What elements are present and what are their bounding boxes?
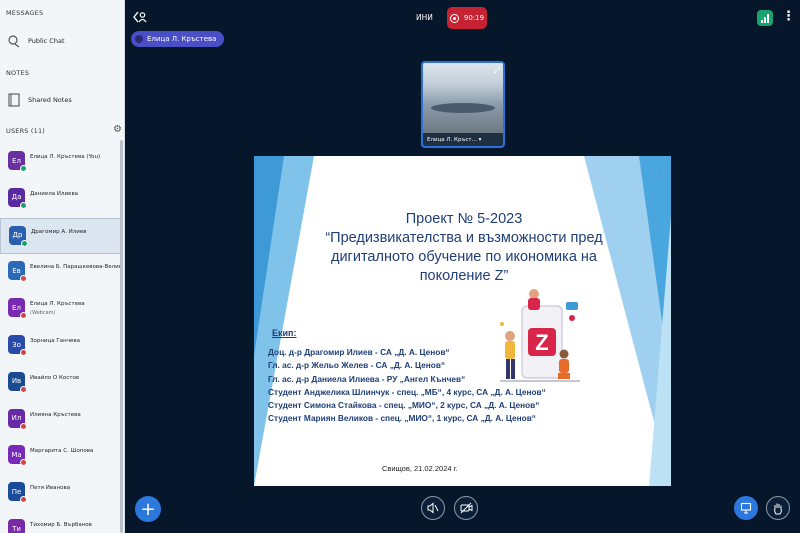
webcam-video[interactable]: ⤢ Елица Л. Кръст... ▾ bbox=[421, 61, 505, 148]
slide-title-line: поколение Z” bbox=[419, 268, 509, 284]
presentation-slide: ⋮ Проект № 5-2023 “Предизвикателства и в… bbox=[254, 156, 671, 486]
options-menu-icon[interactable]: ⋮ bbox=[782, 9, 795, 24]
user-list-item[interactable]: Пе Петя Иванова bbox=[0, 475, 123, 511]
webcam-room-image bbox=[423, 63, 503, 133]
join-audio-button[interactable] bbox=[421, 496, 445, 520]
team-member: Студент Анджелика Шлинчук - спец. „МБ“, … bbox=[268, 386, 546, 397]
users-section-title: USERS (11) bbox=[6, 127, 46, 135]
leave-session-icon[interactable] bbox=[133, 11, 147, 26]
team-member: Гл. ас. д-р Даниела Илиева - РУ „Ангел К… bbox=[268, 373, 466, 384]
user-name: Драгомир А. Илиев bbox=[31, 228, 87, 235]
shared-notes-label: Shared Notes bbox=[28, 96, 72, 104]
user-list-item[interactable]: Ев Евелина Б. Парашкевова-Велик... bbox=[0, 254, 123, 290]
hand-icon bbox=[774, 503, 782, 514]
user-list-item[interactable]: Ма Маргарита С. Шопова bbox=[0, 438, 123, 474]
mic-status-icon bbox=[20, 496, 27, 504]
fullscreen-icon[interactable]: ⤢ bbox=[494, 66, 500, 76]
mic-status-icon bbox=[20, 201, 27, 209]
webcam-room-table bbox=[431, 103, 495, 113]
team-member: Гл. ас. д-р Жельо Желев - СА „Д. А. Цено… bbox=[268, 360, 446, 371]
mic-status-icon bbox=[20, 385, 27, 393]
notes-section-title: NOTES bbox=[6, 69, 30, 77]
mic-status-icon bbox=[20, 275, 27, 283]
user-name: Илияна Кръстева bbox=[30, 411, 81, 418]
presenter-icon bbox=[135, 35, 143, 43]
slide-menu-icon[interactable]: ⋮ bbox=[656, 168, 666, 179]
camera-off-icon bbox=[460, 502, 472, 514]
user-list-item[interactable]: Ел Елица Л. Кръстева (Webcam) bbox=[0, 291, 123, 327]
user-list-item[interactable]: Ел Елица Л. Кръстева (You) bbox=[0, 144, 123, 180]
slide-background bbox=[254, 156, 671, 486]
user-name: Елица Л. Кръстева (You) bbox=[30, 154, 101, 160]
mic-status-icon bbox=[20, 459, 27, 467]
slide-title-line: дигиталното обучение по икономика на bbox=[331, 249, 597, 265]
team-member: Студент Симона Стайкова - спец. „МИО“, 2… bbox=[268, 400, 540, 411]
recording-button[interactable]: 90:19 bbox=[447, 7, 487, 29]
webcam-caption-text: Елица Л. Кръст... bbox=[427, 136, 477, 143]
avatar: Ти bbox=[8, 519, 25, 533]
mic-status-icon bbox=[20, 312, 27, 320]
user-list-item[interactable]: Да Даниела Илиева bbox=[0, 181, 123, 217]
presenter-badge: Елица Л. Кръстева bbox=[131, 31, 225, 47]
presenter-name: Елица Л. Кръстева bbox=[147, 35, 217, 43]
user-list-item[interactable]: Ив Ивайло О Костов bbox=[0, 365, 123, 401]
public-chat-label: Public Chat bbox=[28, 37, 65, 45]
actions-plus-button[interactable]: + bbox=[135, 496, 161, 522]
user-list-item[interactable]: Ти Тихомир Б. Върбанов bbox=[0, 512, 123, 533]
speaker-muted-icon bbox=[427, 502, 439, 514]
mic-status-icon bbox=[20, 422, 27, 430]
user-name: Ивайло О Костов bbox=[30, 374, 80, 381]
main-area: Елица Л. Кръстева ИНИ 90:19 ⋮ ⤢ Елица Л.… bbox=[125, 0, 800, 533]
gear-icon[interactable]: ⚙ bbox=[113, 124, 122, 135]
slide-title: Проект № 5-2023 “Предизвикателства и въз… bbox=[274, 210, 654, 286]
mic-status-icon bbox=[20, 165, 27, 172]
slide-footer: Свищов, 21.02.2024 г. bbox=[382, 464, 458, 473]
user-name: Петя Иванова bbox=[30, 485, 71, 492]
notes-icon bbox=[6, 92, 22, 108]
user-name: Евелина Б. Парашкевова-Велик... bbox=[30, 264, 122, 271]
shared-notes-link[interactable]: Shared Notes bbox=[6, 91, 118, 109]
presentation-icon bbox=[740, 502, 752, 514]
team-member: Студент Мариян Великов - спец. „МИО“, 1 … bbox=[268, 413, 536, 424]
user-list-item[interactable]: Зо Зорница Ганчева bbox=[0, 328, 123, 364]
team-list: Доц. д-р Драгомир Илиев - СА „Д. А. Цено… bbox=[268, 346, 568, 426]
share-webcam-button[interactable] bbox=[454, 496, 478, 520]
user-name: Даниела Илиева bbox=[30, 190, 79, 197]
recording-time: 90:19 bbox=[463, 14, 485, 22]
user-name: Зорница Ганчева bbox=[30, 338, 80, 344]
sidebar: MESSAGES Public Chat NOTES Shared Notes … bbox=[0, 0, 125, 533]
user-subtitle: (Webcam) bbox=[30, 310, 56, 317]
public-chat-link[interactable]: Public Chat bbox=[6, 32, 118, 50]
user-list-item[interactable]: Др Драгомир А. Илиев bbox=[0, 217, 123, 254]
connection-status-icon[interactable] bbox=[757, 10, 773, 26]
presentation-button[interactable] bbox=[734, 496, 758, 520]
chat-icon bbox=[6, 33, 22, 49]
meeting-title: ИНИ bbox=[416, 13, 433, 22]
user-list-item[interactable]: Ил Илияна Кръстева bbox=[0, 402, 123, 438]
user-name: Елица Л. Кръстева bbox=[30, 301, 85, 308]
slide-title-line: “Предизвикателства и възможности пред bbox=[325, 230, 603, 246]
mic-status-icon bbox=[21, 239, 28, 247]
team-label: Екип: bbox=[272, 328, 297, 338]
team-member: Доц. д-р Драгомир Илиев - СА „Д. А. Цено… bbox=[268, 347, 450, 357]
user-name: Тихомир Б. Върбанов bbox=[30, 522, 92, 528]
sidebar-scrollbar[interactable] bbox=[120, 140, 123, 533]
mic-status-icon bbox=[20, 349, 27, 356]
record-icon bbox=[449, 13, 459, 23]
messages-section-title: MESSAGES bbox=[6, 9, 44, 17]
user-name: Маргарита С. Шопова bbox=[30, 448, 94, 455]
webcam-caption: Елица Л. Кръст... ▾ bbox=[423, 133, 503, 146]
raise-hand-button[interactable] bbox=[766, 496, 790, 520]
slide-title-line: Проект № 5-2023 bbox=[405, 211, 523, 227]
